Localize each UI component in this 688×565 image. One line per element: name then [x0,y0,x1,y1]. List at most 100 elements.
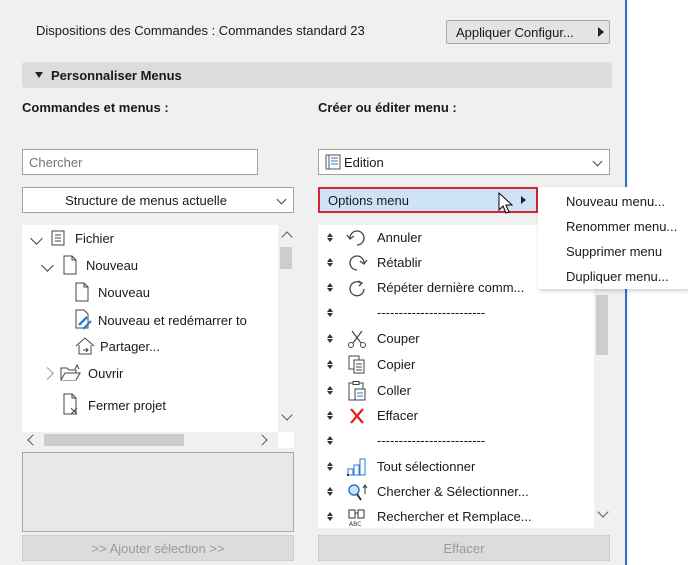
popup-item-delete-menu[interactable]: Supprimer menu [566,244,662,259]
apply-configuration-label: Appliquer Configur... [456,24,574,40]
tree-vertical-scrollbar[interactable] [278,225,294,432]
tree-item-nouveau[interactable]: Nouveau [74,282,150,302]
drag-handle-icon[interactable] [325,233,335,242]
menu-select-value: Edition [344,154,384,170]
command-layout-label: Dispositions des Commandes : Commandes s… [36,23,365,38]
tree-item-nouveau-group[interactable]: Nouveau [41,255,139,275]
menu-structure-value: Structure de menus actuelle [65,192,227,208]
menu-list-icon [325,154,341,170]
list-item[interactable]: Copier [318,352,415,377]
submenu-arrow-icon [598,27,604,37]
list-item[interactable]: Effacer [318,403,418,428]
document-icon [63,255,77,275]
scroll-down-icon[interactable] [281,409,293,421]
list-item[interactable]: ------------------------- [318,300,485,325]
list-item[interactable]: Annuler [318,225,422,250]
list-item[interactable]: Tout sélectionner [318,454,475,479]
menu-item-label: Rechercher et Remplace... [377,509,532,524]
list-item[interactable]: ------------------------- [318,428,485,453]
close-document-icon [63,393,78,415]
popup-item-rename-menu[interactable]: Renommer menu... [566,219,677,234]
tree-item-label: Nouveau [86,257,139,273]
list-item[interactable]: Couper [318,326,420,351]
scroll-thumb[interactable] [596,295,608,355]
list-item[interactable]: ABC Rechercher et Remplace... [318,504,532,528]
tree-item-nouveau-redemarrer[interactable]: Nouveau et redémarrer to [74,309,247,331]
scroll-thumb[interactable] [44,434,184,446]
tree-item-label: Ouvrir [88,365,124,381]
menu-item-label: Annuler [377,230,422,245]
tree-item-fichier[interactable]: Fichier [30,230,115,246]
paste-icon [348,380,366,400]
commands-tree[interactable]: Fichier Nouveau Nouveau Nouveau et redém… [22,225,294,448]
svg-text:ABC: ABC [349,521,361,527]
preview-box [22,452,294,532]
mouse-cursor-icon [498,192,514,214]
add-selection-button[interactable]: >> Ajouter sélection >> [22,535,294,561]
drag-handle-icon[interactable] [325,334,335,343]
cut-icon [348,330,366,348]
scroll-down-icon[interactable] [597,506,609,518]
scroll-thumb[interactable] [280,247,292,269]
expand-chevron-icon[interactable] [41,258,54,272]
list-item[interactable]: Chercher & Sélectionner... [318,479,529,504]
apply-configuration-button[interactable]: Appliquer Configur... [446,20,610,44]
menu-item-label: Rétablir [377,255,422,270]
separator-label: ------------------------- [377,433,486,448]
tree-item-ouvrir[interactable]: Ouvrir [41,364,124,382]
options-popup-menu: Nouveau menu... Renommer menu... Supprim… [538,187,688,289]
drag-handle-icon[interactable] [325,411,335,420]
drag-handle-icon[interactable] [325,512,335,521]
tree-item-partager[interactable]: Partager... [74,336,160,356]
list-item[interactable]: Coller [318,378,411,403]
drag-handle-icon[interactable] [325,360,335,369]
drag-handle-icon[interactable] [325,436,335,445]
share-house-icon [75,337,95,355]
copy-icon [348,355,365,373]
tree-item-label: Nouveau et redémarrer to [98,312,247,328]
drag-handle-icon[interactable] [325,386,335,395]
document-icon [75,282,89,302]
drag-handle-icon[interactable] [325,308,335,317]
repeat-icon [349,279,365,296]
menu-item-label: Copier [377,357,416,372]
blank-icon [346,303,368,323]
list-item[interactable]: Répéter dernière comm... [318,275,524,300]
drag-handle-icon[interactable] [325,283,335,292]
drag-handle-icon[interactable] [325,258,335,267]
section-header-customize-menus[interactable]: Personnaliser Menus [22,62,612,88]
scroll-left-icon[interactable] [27,434,39,446]
tree-item-label: Fichier [75,230,115,246]
tree-horizontal-scrollbar[interactable] [22,432,278,448]
menu-item-label: Chercher & Sélectionner... [377,484,529,499]
collapse-caret-icon [35,72,43,78]
tree-item-label: Fermer projet [88,397,167,413]
menu-structure-select[interactable]: Structure de menus actuelle [22,187,294,213]
expand-chevron-icon[interactable] [30,231,43,245]
menu-item-label: Répéter dernière comm... [377,280,525,295]
delete-button[interactable]: Effacer [318,535,610,561]
list-item[interactable]: Rétablir [318,250,422,275]
commands-menus-label: Commandes et menus : [22,100,169,115]
menu-item-label: Coller [377,383,411,398]
undo-icon [346,229,365,246]
search-input[interactable] [22,149,258,175]
document-restart-icon [75,309,92,330]
chevron-down-icon [276,194,287,205]
drag-handle-icon[interactable] [325,462,335,471]
scroll-up-icon[interactable] [281,231,293,243]
expand-chevron-icon[interactable] [41,366,54,380]
popup-item-duplicate-menu[interactable]: Dupliquer menu... [566,269,669,284]
open-folder-icon [60,364,81,381]
popup-item-new-menu[interactable]: Nouveau menu... [566,194,665,209]
drag-handle-icon[interactable] [325,487,335,496]
submenu-arrow-icon [521,196,526,204]
select-all-icon [347,458,366,476]
find-replace-icon: ABC [348,509,365,527]
find-select-icon [348,483,368,501]
tree-item-fermer-projet[interactable]: Fermer projet [62,393,166,417]
separator-label: ------------------------- [377,305,486,320]
tree-item-label: Nouveau [98,284,151,300]
scroll-right-icon[interactable] [256,434,268,446]
menu-select[interactable]: Edition [318,149,610,175]
